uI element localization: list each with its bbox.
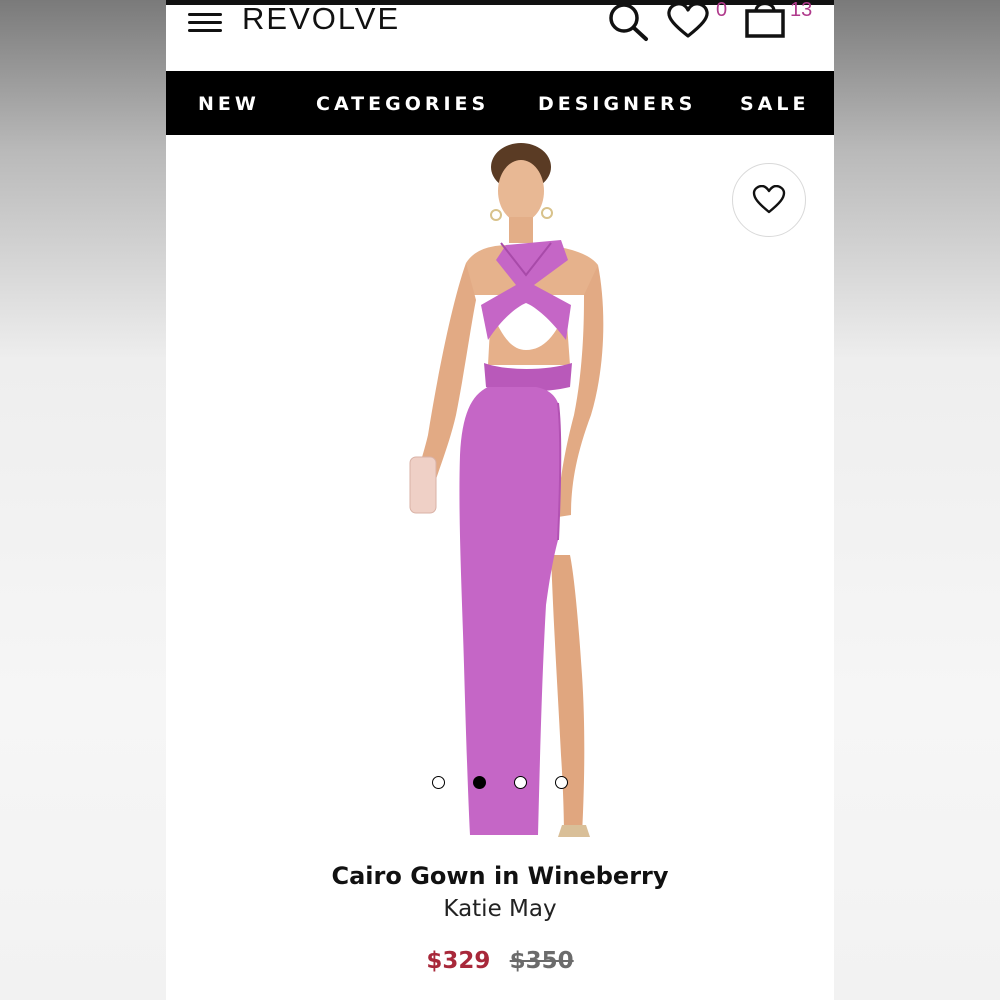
- heart-icon[interactable]: [666, 2, 710, 44]
- price-block: $329 $350: [166, 948, 834, 974]
- carousel-dot[interactable]: [432, 776, 445, 789]
- carousel-indicator: [431, 776, 571, 792]
- original-price: $350: [509, 948, 574, 974]
- carousel-dot[interactable]: [555, 776, 568, 789]
- menu-icon[interactable]: [188, 11, 224, 35]
- wishlist-count: 0: [716, 0, 728, 21]
- search-icon[interactable]: [606, 3, 652, 48]
- heart-outline-icon: [752, 185, 786, 214]
- shopping-bag-icon[interactable]: [744, 1, 788, 44]
- carousel-dot[interactable]: [514, 776, 527, 789]
- product-image-carousel[interactable]: [166, 135, 834, 855]
- nav-designers[interactable]: DESIGNERS: [538, 93, 696, 115]
- nav-sale[interactable]: SALE: [740, 93, 809, 115]
- nav-categories[interactable]: CATEGORIES: [316, 93, 489, 115]
- site-logo[interactable]: REVOLVE: [242, 1, 400, 37]
- carousel-dot-active[interactable]: [473, 776, 486, 789]
- nav-new[interactable]: NEW: [198, 93, 260, 115]
- product-brand[interactable]: Katie May: [166, 896, 834, 922]
- bag-count: 13: [790, 0, 813, 21]
- category-nav: NEW CATEGORIES DESIGNERS SALE: [166, 71, 834, 135]
- phone-screen: REVOLVE 0 13 NEW CATEGORIES DESIGNERS SA…: [166, 0, 834, 1000]
- site-header: REVOLVE 0 13: [166, 0, 834, 71]
- product-title: Cairo Gown in Wineberry: [331, 862, 669, 890]
- product-image: [409, 143, 604, 837]
- sale-price: $329: [426, 948, 491, 974]
- favorite-button[interactable]: [732, 163, 806, 237]
